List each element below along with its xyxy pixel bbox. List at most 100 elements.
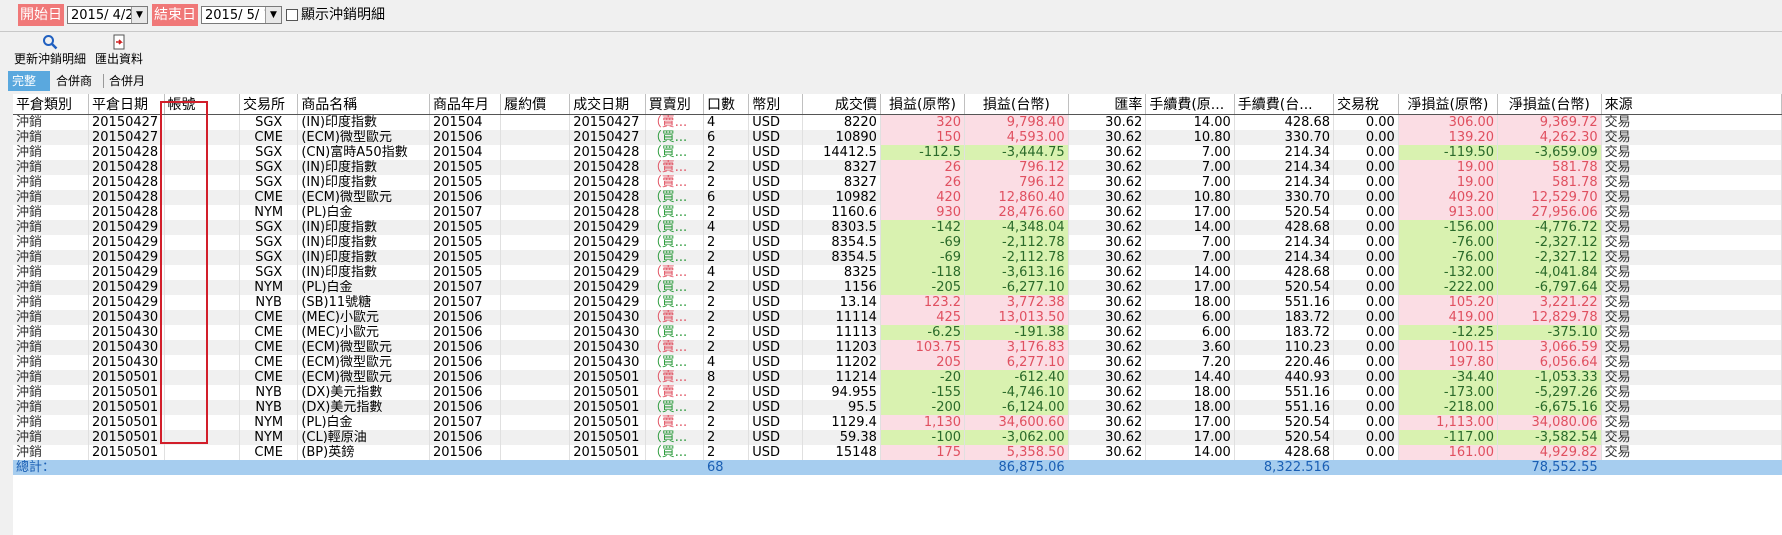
column-header[interactable]: 口數 [703, 94, 750, 115]
column-header[interactable]: 手續費(台... [1234, 94, 1335, 115]
table-row[interactable]: 沖銷 20150428 SGX (CN)富時A50指數 201504 20150428 （買… [13, 145, 1782, 160]
cell-strike [500, 445, 571, 460]
cell-product: (MEC)小歐元 [297, 310, 430, 325]
table-row[interactable]: 沖銷 20150429 SGX (IN)印度指數 201505 20150429 （買...… [13, 220, 1782, 235]
cell-account [164, 295, 241, 310]
table-row[interactable]: 沖銷 20150428 SGX (IN)印度指數 201505 20150428 （賣...… [13, 175, 1782, 190]
table-row[interactable]: 沖銷 20150430 CME (MEC)小歐元 201506 20150430 （買...… [13, 325, 1782, 340]
column-header[interactable]: 交易所 [239, 94, 299, 115]
cell-price: 11214 [802, 370, 881, 385]
table-row[interactable]: 沖銷 20150427 SGX (IN)印度指數 201504 20150427 （賣...… [13, 114, 1782, 130]
update-detail-button[interactable]: 更新沖銷明細 [14, 34, 87, 66]
end-date-picker[interactable]: 2015/ 5/ 1 ▼ [201, 6, 282, 24]
closed-positions-grid[interactable]: 平倉類別 平倉日期 帳號 交易所 商品名稱 商品年月 履約價 成交日期 買賣別 口數 幣別 成交價 損益… [13, 94, 1782, 535]
cell-pl-orig: -205 [880, 280, 966, 295]
cell-price: 1156 [802, 280, 881, 295]
table-row[interactable]: 沖銷 20150501 CME (ECM)微型歐元 201506 20150501 （賣..… [13, 370, 1782, 385]
chevron-down-icon[interactable]: ▼ [131, 7, 147, 23]
cell-price: 95.5 [802, 400, 881, 415]
cell-qty: 2 [703, 325, 750, 340]
column-header[interactable]: 成交價 [802, 94, 881, 115]
cell-exchange: NYM [239, 280, 299, 295]
cell-side: （買... [645, 235, 704, 250]
cell-fee-twd: 428.68 [1234, 265, 1335, 280]
column-header[interactable]: 履約價 [500, 94, 571, 115]
cell-net-twd: 12,829.78 [1497, 310, 1602, 325]
column-header[interactable]: 幣別 [748, 94, 804, 115]
cell-trade-date: 20150429 [569, 280, 646, 295]
cell-pl-twd: -3,444.75 [964, 145, 1069, 160]
cell-strike [500, 145, 571, 160]
cell-close-date: 20150428 [88, 160, 165, 175]
column-header[interactable]: 商品年月 [429, 94, 502, 115]
table-row[interactable]: 沖銷 20150501 NYB (DX)美元指數 201506 20150501 （買...… [13, 400, 1782, 415]
tab-merge-month[interactable]: 合併月份 [105, 71, 155, 108]
column-header[interactable]: 商品名稱 [297, 94, 430, 115]
cell-exchange: NYB [239, 385, 299, 400]
table-row[interactable]: 沖銷 20150427 CME (ECM)微型歐元 201506 20150427 （買..… [13, 130, 1782, 145]
cell-currency: USD [748, 430, 804, 445]
column-header[interactable]: 損益(原幣) [880, 94, 966, 115]
export-data-button[interactable]: 匯出資料 [94, 34, 144, 66]
table-row[interactable]: 沖銷 20150429 NYB (SB)11號糖 201507 20150429 （買...… [13, 295, 1782, 310]
cell-fee-orig: 7.00 [1145, 250, 1235, 265]
cell-currency: USD [748, 385, 804, 400]
cell-fee-orig: 17.00 [1145, 280, 1235, 295]
start-date-picker[interactable]: 2015/ 4/27 ▼ [67, 6, 148, 24]
cell-side: （賣... [645, 114, 704, 130]
cell-trade-date: 20150428 [569, 160, 646, 175]
table-row[interactable]: 沖銷 20150430 CME (ECM)微型歐元 201506 20150430 （賣..… [13, 340, 1782, 355]
column-header[interactable]: 損益(台幣) [964, 94, 1069, 115]
cell-fee-orig: 7.00 [1145, 145, 1235, 160]
cell-close-date: 20150501 [88, 445, 165, 460]
table-row[interactable]: 沖銷 20150428 CME (ECM)微型歐元 201506 20150428 （買..… [13, 190, 1782, 205]
column-header[interactable]: 手續費(原... [1145, 94, 1235, 115]
table-row[interactable]: 沖銷 20150429 SGX (IN)印度指數 201505 20150429 （買...… [13, 250, 1782, 265]
cell-source: 交易 [1601, 400, 1782, 415]
cell-exchange: CME [239, 325, 299, 340]
table-row[interactable]: 沖銷 20150428 NYM (PL)白金 201507 20150428 （買... 2 U… [13, 205, 1782, 220]
cell-net-orig: -12.25 [1398, 325, 1499, 340]
table-row[interactable]: 沖銷 20150428 SGX (IN)印度指數 201505 20150428 （賣...… [13, 160, 1782, 175]
table-row[interactable]: 沖銷 20150501 NYM (CL)輕原油 201506 20150501 （買... 2… [13, 430, 1782, 445]
total-empty-cell [429, 460, 502, 475]
cell-tax: 0.00 [1333, 325, 1399, 340]
tab-merge-product[interactable]: 合併商品 [52, 71, 102, 108]
cell-side: （買... [645, 220, 704, 235]
cell-qty: 2 [703, 445, 750, 460]
cell-pl-twd: -6,124.00 [964, 400, 1069, 415]
table-row[interactable]: 沖銷 20150429 SGX (IN)印度指數 201505 20150429 （賣...… [13, 265, 1782, 280]
cell-qty: 2 [703, 415, 750, 430]
update-detail-label: 更新沖銷明細 [14, 52, 87, 66]
column-header[interactable]: 交易稅 [1333, 94, 1399, 115]
table-row[interactable]: 沖銷 20150430 CME (MEC)小歐元 201506 20150430 （賣...… [13, 310, 1782, 325]
cell-close-date: 20150429 [88, 250, 165, 265]
table-row[interactable]: 沖銷 20150429 NYM (PL)白金 201507 20150429 （買... 2 U… [13, 280, 1782, 295]
column-header[interactable]: 淨損益(原幣) [1398, 94, 1499, 115]
cell-ym: 201507 [429, 205, 502, 220]
show-detail-checkbox[interactable] [286, 9, 298, 21]
column-header[interactable]: 淨損益(台幣) [1497, 94, 1602, 115]
column-header[interactable]: 來源 [1601, 94, 1782, 115]
cell-fee-orig: 14.00 [1145, 114, 1235, 130]
table-row[interactable]: 沖銷 20150501 NYB (DX)美元指數 201506 20150501 （賣...… [13, 385, 1782, 400]
export-data-label: 匯出資料 [94, 52, 143, 66]
table-row[interactable]: 沖銷 20150429 SGX (IN)印度指數 201505 20150429 （買...… [13, 235, 1782, 250]
cell-product: (DX)美元指數 [297, 385, 430, 400]
cell-price: 8303.5 [802, 220, 881, 235]
column-header[interactable]: 平倉類別 [13, 94, 90, 115]
cell-type: 沖銷 [13, 160, 90, 175]
cell-side: （買... [645, 400, 704, 415]
column-header[interactable]: 買賣別 [645, 94, 704, 115]
column-header[interactable]: 平倉日期 [88, 94, 165, 115]
column-header[interactable]: 帳號 [164, 94, 241, 115]
tab-full[interactable]: 完整 [8, 71, 50, 91]
column-header[interactable]: 匯率 [1068, 94, 1147, 115]
table-row[interactable]: 沖銷 20150430 CME (ECM)微型歐元 201506 20150430 （買..… [13, 355, 1782, 370]
cell-source: 交易 [1601, 235, 1782, 250]
column-header[interactable]: 成交日期 [569, 94, 646, 115]
table-row[interactable]: 沖銷 20150501 NYM (PL)白金 201507 20150501 （賣... 2 U… [13, 415, 1782, 430]
cell-qty: 2 [703, 250, 750, 265]
chevron-down-icon[interactable]: ▼ [265, 7, 281, 23]
table-row[interactable]: 沖銷 20150501 CME (BP)英鎊 201506 20150501 （買... 2 U… [13, 445, 1782, 460]
